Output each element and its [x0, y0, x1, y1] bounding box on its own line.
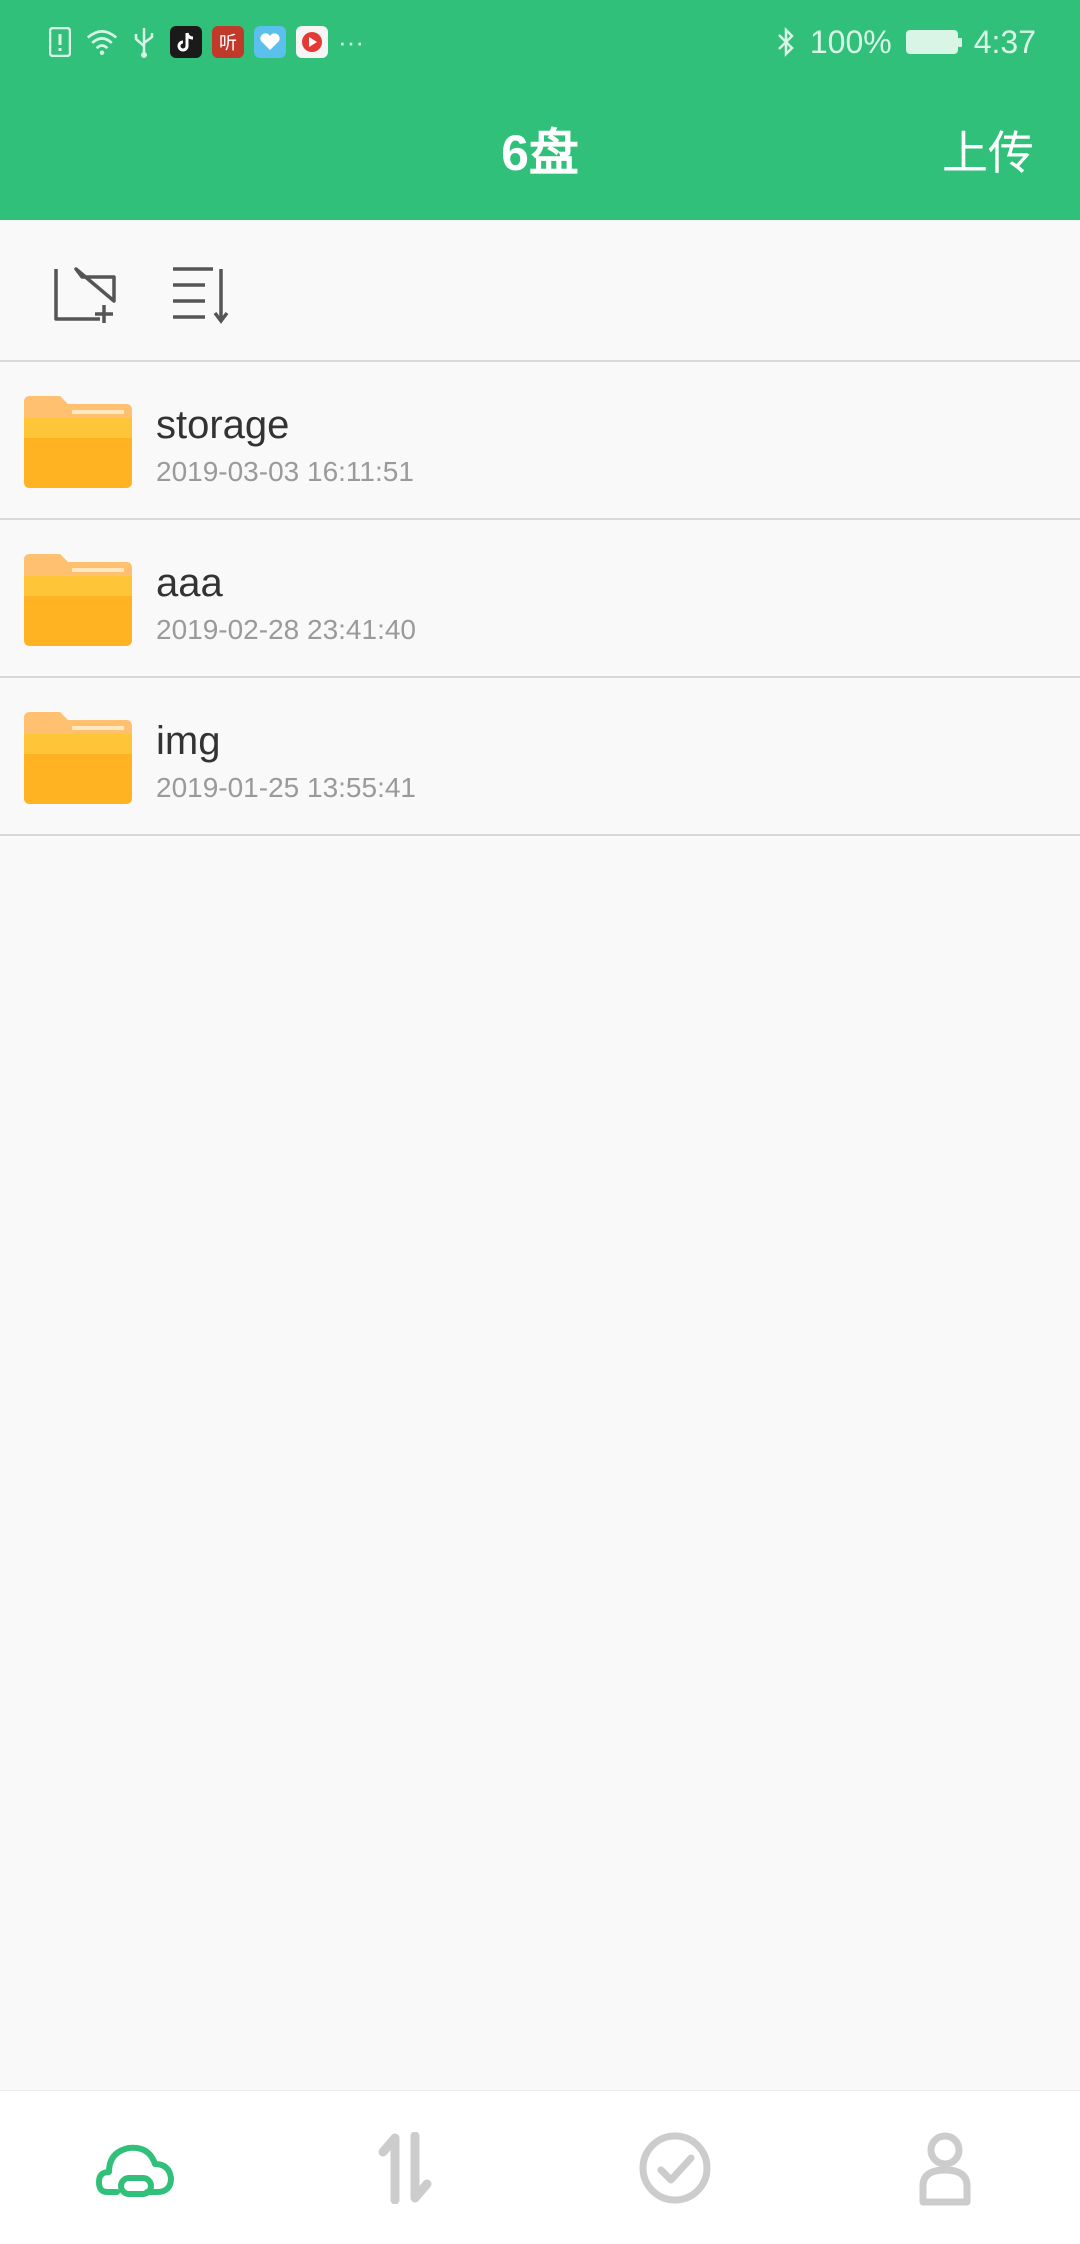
- status-bar: 听 ··· 100% 4:37: [0, 0, 1080, 86]
- bluetooth-icon: [770, 25, 802, 59]
- heart-app-icon: [254, 26, 286, 58]
- file-name: aaa: [156, 561, 223, 605]
- folder-icon: [24, 554, 132, 646]
- sort-button[interactable]: [166, 258, 236, 328]
- battery-icon: [905, 30, 962, 54]
- status-system-info: 100% 4:37: [770, 22, 1036, 62]
- sort-icon: [173, 267, 229, 324]
- file-name: img: [156, 719, 221, 763]
- file-date: 2019-03-03 16:11:51: [156, 456, 414, 487]
- cloud-icon: [96, 2144, 174, 2197]
- folder-icon: [24, 712, 132, 804]
- transfer-icon: [378, 2131, 432, 2204]
- list-item[interactable]: img 2019-01-25 13:55:41: [0, 678, 1080, 836]
- nav-transfer[interactable]: [270, 2091, 540, 2244]
- tiktok-icon: [170, 26, 202, 58]
- more-dots-icon: ···: [338, 26, 364, 57]
- file-list: storage 2019-03-03 16:11:51 aaa 2019-02-…: [0, 362, 1080, 836]
- bottom-nav: [0, 2090, 1080, 2244]
- ting-app-icon: 听: [212, 26, 244, 58]
- battery-percent: 100%: [809, 23, 892, 60]
- alert-icon: [44, 25, 76, 59]
- status-time: 4:37: [973, 23, 1036, 60]
- nav-profile[interactable]: [810, 2091, 1080, 2244]
- page-title: 6盘: [501, 125, 579, 181]
- nav-cloud[interactable]: [0, 2091, 270, 2244]
- nav-completed[interactable]: [540, 2091, 810, 2244]
- app-header: 听 ··· 100% 4:37 6盘 上传: [0, 0, 1080, 220]
- new-folder-button[interactable]: [50, 258, 120, 328]
- check-circle-icon: [639, 2132, 711, 2203]
- wifi-icon: [86, 25, 118, 59]
- file-toolbar: [0, 220, 1080, 362]
- usb-icon: [128, 25, 160, 59]
- file-date: 2019-01-25 13:55:41: [156, 772, 416, 803]
- person-icon: [919, 2132, 971, 2205]
- ting-app-label: 听: [219, 33, 237, 53]
- folder-icon: [24, 396, 132, 488]
- video-app-icon: [296, 26, 328, 58]
- new-folder-icon: [54, 267, 116, 323]
- list-item[interactable]: aaa 2019-02-28 23:41:40: [0, 520, 1080, 678]
- list-item[interactable]: storage 2019-03-03 16:11:51: [0, 362, 1080, 520]
- upload-button[interactable]: 上传: [942, 118, 1034, 188]
- status-notification-icons: 听 ···: [44, 22, 364, 62]
- file-name: storage: [156, 403, 290, 447]
- file-date: 2019-02-28 23:41:40: [156, 614, 416, 645]
